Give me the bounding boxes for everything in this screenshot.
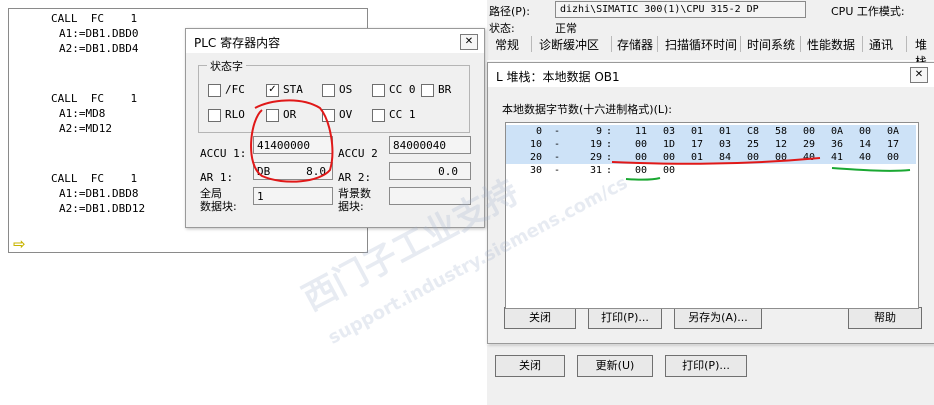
red-circle-annotation — [250, 99, 334, 183]
annotation-marks — [250, 99, 911, 183]
green-underline-annotation — [831, 167, 911, 172]
green-underline-annotation — [625, 177, 661, 181]
red-underline-annotation — [611, 157, 821, 165]
